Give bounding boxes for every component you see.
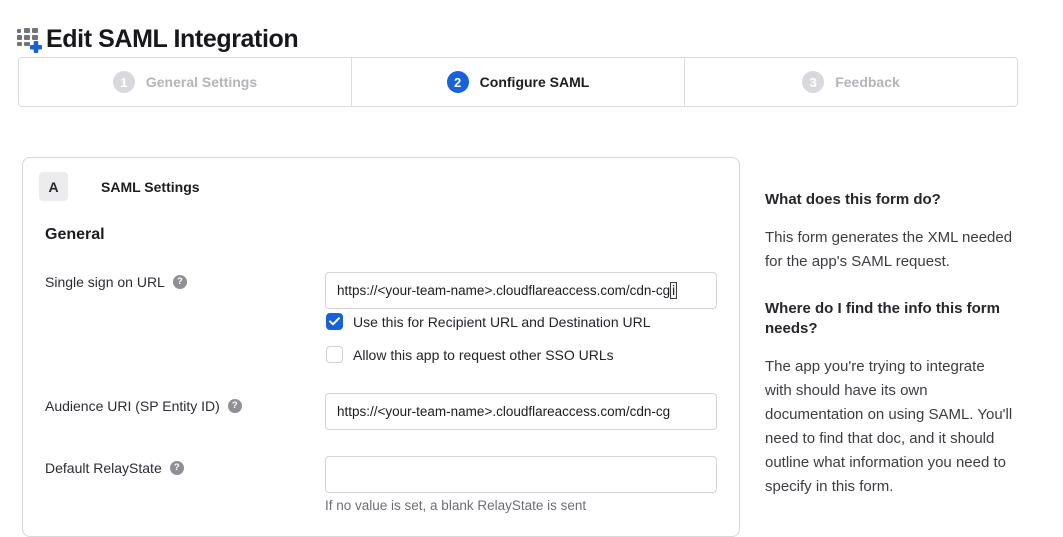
recipient-url-checkbox-row[interactable]: Use this for Recipient URL and Destinati… <box>326 313 651 330</box>
section-title: SAML Settings <box>101 179 200 195</box>
section-badge: A <box>39 172 68 201</box>
step-number-badge: 1 <box>113 71 135 93</box>
audience-uri-label: Audience URI (SP Entity ID) ? <box>45 398 242 414</box>
relay-state-label-text: Default RelayState <box>45 460 162 476</box>
help-icon[interactable]: ? <box>228 399 242 413</box>
sso-url-label: Single sign on URL ? <box>45 274 187 290</box>
step-label: Feedback <box>835 74 900 90</box>
sidebar-question-1: What does this form do? <box>765 190 1015 210</box>
recipient-url-checkbox-label: Use this for Recipient URL and Destinati… <box>353 314 651 330</box>
help-icon[interactable]: ? <box>173 275 187 289</box>
sso-url-value: https://<your-team-name>.cloudflareacces… <box>337 283 670 298</box>
checked-checkbox-icon[interactable] <box>326 313 343 330</box>
relay-state-input[interactable] <box>325 456 717 493</box>
step-label: Configure SAML <box>480 74 590 90</box>
text-cursor: i <box>670 282 677 299</box>
wizard-stepper: 1 General Settings 2 Configure SAML 3 Fe… <box>18 57 1018 107</box>
audience-uri-label-text: Audience URI (SP Entity ID) <box>45 398 220 414</box>
unchecked-checkbox-icon[interactable] <box>326 346 343 363</box>
step-label: General Settings <box>146 74 257 90</box>
help-icon[interactable]: ? <box>170 461 184 475</box>
step-number-badge: 3 <box>802 71 824 93</box>
other-sso-checkbox-row[interactable]: Allow this app to request other SSO URLs <box>326 346 614 363</box>
sidebar-answer-1: This form generates the XML needed for t… <box>765 226 1015 274</box>
app-grid-plus-icon <box>16 25 43 54</box>
step-configure-saml[interactable]: 2 Configure SAML <box>352 58 685 106</box>
saml-settings-panel: A SAML Settings General Single sign on U… <box>22 157 740 537</box>
page-title: Edit SAML Integration <box>46 25 298 54</box>
audience-uri-input[interactable] <box>325 393 717 430</box>
group-heading-general: General <box>45 226 105 244</box>
sso-url-label-text: Single sign on URL <box>45 274 165 290</box>
relay-state-help-text: If no value is set, a blank RelayState i… <box>325 498 586 513</box>
other-sso-checkbox-label: Allow this app to request other SSO URLs <box>353 347 614 363</box>
sso-url-input[interactable]: https://<your-team-name>.cloudflareacces… <box>325 272 717 309</box>
step-general-settings[interactable]: 1 General Settings <box>19 58 352 106</box>
step-number-badge: 2 <box>447 71 469 93</box>
step-feedback[interactable]: 3 Feedback <box>685 58 1017 106</box>
help-sidebar: What does this form do? This form genera… <box>765 190 1015 524</box>
sidebar-question-2: Where do I find the info this form needs… <box>765 299 1015 339</box>
sidebar-answer-2: The app you're trying to integrate with … <box>765 355 1015 499</box>
relay-state-label: Default RelayState ? <box>45 460 184 476</box>
